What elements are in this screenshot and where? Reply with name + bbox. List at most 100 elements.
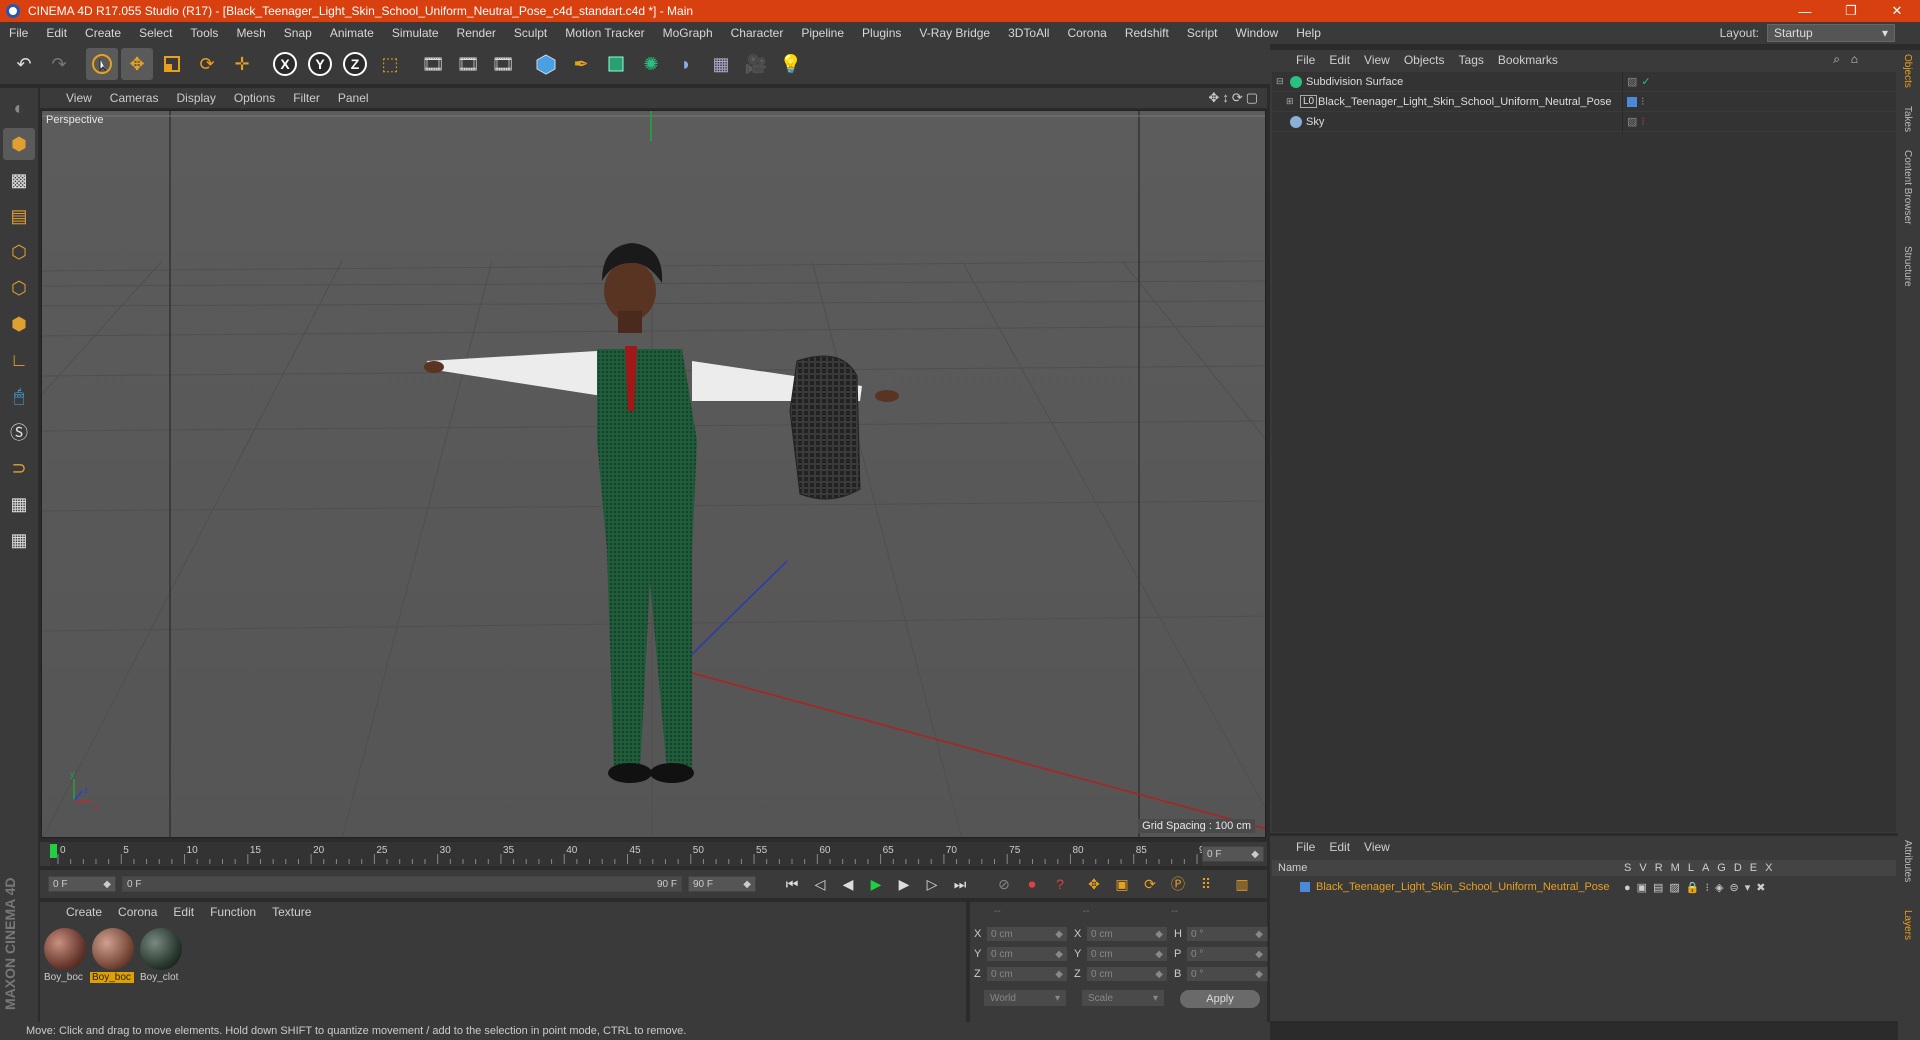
position-z-field[interactable]: 0 cm ◆ [986, 966, 1068, 982]
rotation-h-field[interactable]: 0 ° ◆ [1186, 926, 1268, 942]
autokey-icon[interactable]: ⏺ [1020, 872, 1044, 896]
render-view-icon[interactable]: 🎞 [417, 48, 449, 80]
material-swatch[interactable]: Boy_boc [42, 926, 88, 988]
render-settings-icon[interactable]: 🎞 [487, 48, 519, 80]
expand-icon[interactable]: ⊞ [1286, 96, 1294, 107]
layers-menu-view[interactable]: View [1364, 840, 1390, 854]
viewport-menu-options[interactable]: Options [234, 91, 275, 105]
tab-layers[interactable]: Layers [1902, 910, 1913, 940]
light-icon[interactable]: 💡 [775, 48, 807, 80]
size-y-field[interactable]: 0 cm ◆ [1086, 946, 1168, 962]
end-frame-field[interactable]: 90 F ◆ [688, 876, 756, 892]
point-level-animation-icon[interactable]: ⠿ [1194, 872, 1218, 896]
polygons-mode-icon[interactable]: ⬢ [3, 308, 35, 340]
camera-icon[interactable]: 🎥 [740, 48, 772, 80]
menu-3dtoall[interactable]: 3DToAll [999, 26, 1058, 40]
rotation-p-field[interactable]: 0 ° ◆ [1186, 946, 1268, 962]
frame-range-slider[interactable]: 0 F 90 F [122, 876, 682, 892]
objects-menu-tags[interactable]: Tags [1459, 53, 1484, 67]
objects-menu-file[interactable]: File [1296, 53, 1315, 67]
object-row[interactable]: Sky ▨ ⁝ [1272, 111, 1896, 132]
workplane-mode-icon[interactable]: ▤ [3, 200, 35, 232]
menu-pipeline[interactable]: Pipeline [792, 26, 853, 40]
viewport-navigation-icons[interactable]: ✥↕⟳▢ [1208, 90, 1261, 106]
timeline-ruler[interactable]: 051015202530354045505560657075808590 0 F… [40, 842, 1267, 866]
subdivision-icon[interactable] [600, 48, 632, 80]
objects-menu-objects[interactable]: Objects [1404, 53, 1445, 67]
previous-frame-icon[interactable]: ◀ [836, 872, 860, 896]
menu-mograph[interactable]: MoGraph [654, 26, 722, 40]
minimize-button[interactable]: — [1782, 4, 1828, 19]
layers-menu-file[interactable]: File [1296, 840, 1315, 854]
objects-menu-bookmarks[interactable]: Bookmarks [1498, 53, 1558, 67]
size-mode-select[interactable]: Scale ▾ [1082, 990, 1164, 1006]
transform-icon[interactable]: ✛ [226, 48, 258, 80]
scale-icon[interactable] [156, 48, 188, 80]
restore-button[interactable]: ❐ [1828, 3, 1874, 19]
rotation-b-field[interactable]: 0 ° ◆ [1186, 966, 1268, 982]
menu-snap[interactable]: Snap [275, 26, 321, 40]
floor-icon[interactable]: ▦ [705, 48, 737, 80]
layer-row[interactable]: Black_Teenager_Light_Skin_School_Uniform… [1272, 878, 1896, 896]
rotation-key-icon[interactable]: ⟳ [1138, 872, 1162, 896]
object-visibility-flags[interactable]: ▨ ⁝ [1622, 111, 1652, 132]
close-button[interactable]: ✕ [1874, 3, 1920, 19]
object-row[interactable]: ⊞ L0 Black_Teenager_Light_Skin_School_Un… [1272, 91, 1896, 112]
axis-mode-icon[interactable]: ∟ [3, 344, 35, 376]
material-swatch[interactable]: Boy_clot [138, 926, 184, 988]
menu-window[interactable]: Window [1227, 26, 1288, 40]
parameter-key-icon[interactable]: Ⓟ [1166, 872, 1190, 896]
deformer-icon[interactable]: ◗ [670, 48, 702, 80]
record-keys-icon[interactable]: ⊘ [992, 872, 1016, 896]
menu-file[interactable]: File [0, 26, 37, 40]
play-icon[interactable]: ▶ [864, 872, 888, 896]
object-visibility-flags[interactable]: ⁝ [1622, 91, 1652, 112]
x-axis-icon[interactable]: X [269, 48, 301, 80]
material-menu-function[interactable]: Function [210, 905, 256, 919]
menu-select[interactable]: Select [130, 26, 181, 40]
material-menu-edit[interactable]: Edit [173, 905, 194, 919]
y-axis-icon[interactable]: Y [304, 48, 336, 80]
planar-workplane-icon[interactable]: ▦ [3, 524, 35, 556]
menu-script[interactable]: Script [1178, 26, 1227, 40]
live-select-icon[interactable] [86, 48, 118, 80]
world-coordinates-icon[interactable]: ⬚ [374, 48, 406, 80]
tab-structure[interactable]: Structure [1902, 246, 1913, 287]
position-key-icon[interactable]: ✥ [1082, 872, 1106, 896]
menu-motion-tracker[interactable]: Motion Tracker [556, 26, 653, 40]
scale-key-icon[interactable]: ▣ [1110, 872, 1134, 896]
viewport-menu-cameras[interactable]: Cameras [110, 91, 159, 105]
make-editable-icon[interactable]: ◐ [3, 92, 35, 124]
object-row[interactable]: ⊟ Subdivision Surface ▨ ✓ [1272, 71, 1896, 92]
material-menu-create[interactable]: Create [66, 905, 102, 919]
go-to-start-icon[interactable]: ⏮ [780, 872, 804, 896]
layer-color-swatch[interactable] [1300, 882, 1310, 892]
menu-help[interactable]: Help [1287, 26, 1330, 40]
menu-mesh[interactable]: Mesh [227, 26, 274, 40]
objects-menu-edit[interactable]: Edit [1329, 53, 1350, 67]
z-axis-icon[interactable]: Z [339, 48, 371, 80]
move-icon[interactable]: ✥ [121, 48, 153, 80]
points-mode-icon[interactable]: ⬡ [3, 236, 35, 268]
tab-objects[interactable]: Objects [1902, 54, 1913, 88]
tweak-mode-icon[interactable]: 🖱 [3, 380, 35, 412]
keyframe-selection-icon[interactable]: ? [1048, 872, 1072, 896]
undo-icon[interactable]: ↶ [8, 48, 40, 80]
menu-plugins[interactable]: Plugins [853, 26, 910, 40]
redo-icon[interactable]: ↷ [43, 48, 75, 80]
model-mode-icon[interactable]: ⬢ [3, 128, 35, 160]
start-frame-field[interactable]: 0 F ◆ [48, 876, 116, 892]
layer-flag-toggles[interactable]: ●▣▤▨🔒⁝◈⊜▾✖ [1624, 881, 1771, 894]
viewport-menu-display[interactable]: Display [176, 91, 215, 105]
material-swatch-selected[interactable]: Boy_boc [90, 926, 136, 988]
menu-character[interactable]: Character [722, 26, 793, 40]
menu-simulate[interactable]: Simulate [383, 26, 448, 40]
material-menu-texture[interactable]: Texture [272, 905, 311, 919]
menu-create[interactable]: Create [76, 26, 130, 40]
magnet-icon[interactable]: ⊃ [3, 452, 35, 484]
timeline-window-icon[interactable]: ▥ [1230, 872, 1254, 896]
menu-animate[interactable]: Animate [321, 26, 383, 40]
previous-key-icon[interactable]: ◁ [808, 872, 832, 896]
menu-sculpt[interactable]: Sculpt [505, 26, 556, 40]
size-z-field[interactable]: 0 cm ◆ [1086, 966, 1168, 982]
